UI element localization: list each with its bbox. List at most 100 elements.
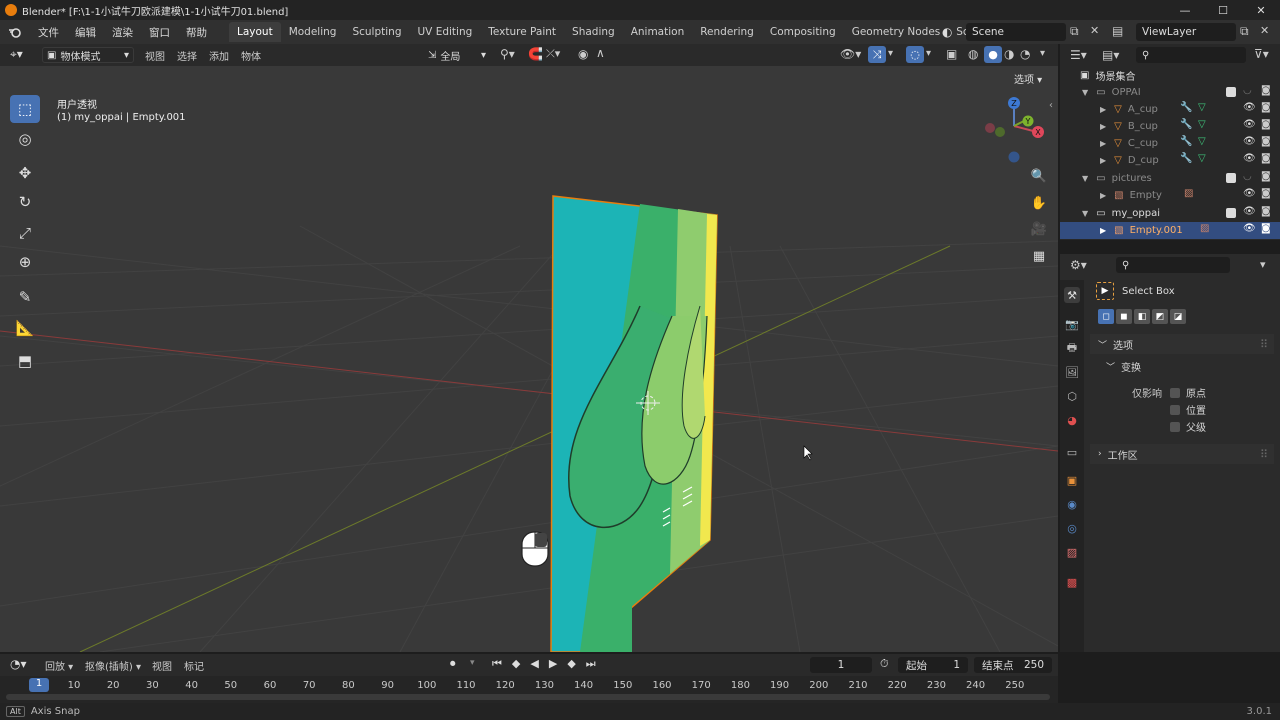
close-button[interactable]: ✕ <box>1242 0 1280 20</box>
gizmo-toggle-icon[interactable]: ⤨ <box>868 46 886 63</box>
visibility-selector-icon[interactable]: 👁▾ <box>840 47 861 61</box>
exclude-checkbox[interactable] <box>1226 87 1236 100</box>
expand-arrow-icon[interactable]: ▶ <box>1100 226 1106 235</box>
tab-collection-icon[interactable]: ▭ <box>1064 444 1080 460</box>
outliner-row-pictures[interactable]: ▼ ▭ pictures ◡ ◙ <box>1060 170 1280 187</box>
menu-help[interactable]: 帮助 <box>178 25 215 40</box>
visibility-eye-icon[interactable]: 👁 <box>1243 136 1256 147</box>
display-mode-icon[interactable]: ▤▾ <box>1102 48 1119 62</box>
outliner-row-empty[interactable]: ▶ ▧ Empty ▨ 👁 ◙ <box>1060 187 1280 204</box>
options-dropdown[interactable]: 选项 ▾ <box>1014 71 1042 86</box>
render-icon[interactable]: ◙ <box>1261 171 1271 182</box>
play-button[interactable]: ▶ <box>545 657 561 671</box>
render-icon[interactable]: ◙ <box>1261 136 1271 147</box>
tab-scene-icon[interactable]: ⬡ <box>1064 388 1080 404</box>
tool-measure[interactable]: 📐 <box>10 314 40 342</box>
options-panel-header[interactable]: ﹀ 选项 ⠿ <box>1090 334 1274 354</box>
gizmo-dropdown-icon[interactable]: ▾ <box>888 48 893 59</box>
shading-dropdown-icon[interactable]: ▾ <box>1040 48 1045 59</box>
view-layer-field[interactable]: ViewLayer <box>1136 23 1236 41</box>
hide-icon[interactable]: ◡ <box>1243 171 1252 182</box>
outliner-root-row[interactable]: ▣ 场景集合 <box>1060 67 1280 84</box>
tool-cursor[interactable]: ◎ <box>10 125 40 153</box>
tab-data-icon[interactable]: ▨ <box>1064 544 1080 560</box>
expand-arrow-icon[interactable]: ▶ <box>1100 191 1106 200</box>
tab-sculpting[interactable]: Sculpting <box>344 22 409 42</box>
prev-keyframe-button[interactable]: ◆ <box>508 657 524 671</box>
start-frame-field[interactable]: 起始 1 <box>898 657 968 673</box>
gizmo-neg-x-axis[interactable] <box>985 123 995 133</box>
jump-end-button[interactable]: ⏭ <box>582 657 600 671</box>
camera-view-icon[interactable]: 🎥 <box>1027 217 1051 241</box>
timeline-scrollbar[interactable] <box>6 694 1050 700</box>
expand-arrow-icon[interactable]: ▼ <box>1082 88 1088 97</box>
menu-file[interactable]: 文件 <box>30 25 67 40</box>
tab-world-icon[interactable]: ◕ <box>1064 412 1080 428</box>
visibility-eye-icon[interactable]: 👁 <box>1243 206 1256 217</box>
tab-texture-icon[interactable]: ▩ <box>1064 574 1080 590</box>
menu-object[interactable]: 物体 <box>241 48 261 63</box>
menu-timeline-view[interactable]: 视图 <box>152 658 172 673</box>
ortho-toggle-icon[interactable]: ▦ <box>1027 244 1051 268</box>
tool-rotate[interactable]: ↻ <box>10 188 40 216</box>
tab-object-icon[interactable]: ▣ <box>1064 472 1080 488</box>
minimize-button[interactable]: — <box>1166 0 1204 20</box>
expand-arrow-icon[interactable]: ▶ <box>1100 139 1106 148</box>
select-invert-icon[interactable]: ◩ <box>1152 309 1168 324</box>
tab-output-icon[interactable]: 🖶 <box>1064 340 1080 356</box>
hide-icon[interactable]: ◡ <box>1243 85 1252 96</box>
menu-window[interactable]: 窗口 <box>141 25 178 40</box>
overlay-dropdown-icon[interactable]: ▾ <box>926 48 931 59</box>
jump-start-button[interactable]: ⏮ <box>488 657 506 671</box>
scene-field[interactable]: Scene <box>966 23 1066 41</box>
select-subtract-icon[interactable]: ◧ <box>1134 309 1150 324</box>
current-frame-field[interactable]: 1 <box>810 657 872 673</box>
play-reverse-button[interactable]: ◀ <box>526 657 542 671</box>
exclude-checkbox[interactable] <box>1226 208 1236 221</box>
visibility-eye-icon[interactable]: 👁 <box>1243 188 1256 199</box>
drag-handle-icon[interactable]: ⠿ <box>1260 338 1268 351</box>
next-keyframe-button[interactable]: ◆ <box>563 657 579 671</box>
visibility-eye-icon[interactable]: 👁 <box>1243 153 1256 164</box>
outliner-row-d-cup[interactable]: ▶ ▽ D_cup 🔧 ▽ 👁 ◙ <box>1060 152 1280 169</box>
tab-view-layer-icon[interactable]: 🖼 <box>1064 364 1080 380</box>
visibility-eye-icon[interactable]: 👁 <box>1243 119 1256 130</box>
pan-hand-icon[interactable]: ✋ <box>1027 191 1051 215</box>
navigation-gizmo[interactable]: Z X Y <box>985 97 1044 163</box>
properties-editor-icon[interactable]: ⚙▾ <box>1070 258 1087 272</box>
tab-animation[interactable]: Animation <box>623 22 693 42</box>
outliner-editor-icon[interactable]: ☰▾ <box>1070 48 1087 62</box>
gizmo-neg-y-axis[interactable] <box>995 127 1005 137</box>
3d-viewport[interactable]: Z X Y 用户透视 (1) my_oppai | Empty.001 ⬚ ◎ … <box>0 66 1058 652</box>
affect-origin-checkbox[interactable]: 原点 <box>1170 385 1206 400</box>
tab-rendering[interactable]: Rendering <box>692 22 762 42</box>
reference-image-plane[interactable] <box>550 195 718 652</box>
outliner-row-b-cup[interactable]: ▶ ▽ B_cup 🔧 ▽ 👁 ◙ <box>1060 118 1280 135</box>
outliner-row-my-oppai[interactable]: ▼ ▭ my_oppai 👁 ◙ <box>1060 205 1280 222</box>
select-new-icon[interactable]: ◻ <box>1098 309 1114 324</box>
outliner-row-a-cup[interactable]: ▶ ▽ A_cup 🔧 ▽ 👁 ◙ <box>1060 101 1280 118</box>
solid-shading-icon[interactable]: ● <box>984 46 1002 63</box>
select-extend-icon[interactable]: ◼ <box>1116 309 1132 324</box>
zoom-icon[interactable]: 🔍 <box>1027 164 1051 188</box>
render-icon[interactable]: ◙ <box>1261 102 1271 113</box>
select-intersect-icon[interactable]: ◪ <box>1170 309 1186 324</box>
outliner-search-input[interactable]: ⚲ <box>1136 47 1246 63</box>
tool-transform[interactable]: ⊕ <box>10 248 40 276</box>
expand-arrow-icon[interactable]: ▶ <box>1100 122 1106 131</box>
gizmo-neg-z-axis[interactable] <box>1008 151 1020 163</box>
tab-compositing[interactable]: Compositing <box>762 22 844 42</box>
transform-subpanel-header[interactable]: ﹀ 变换 <box>1106 357 1141 375</box>
remove-view-layer-icon[interactable]: ✕ <box>1260 24 1269 37</box>
timeline-editor-icon[interactable]: ◔▾ <box>10 657 27 671</box>
menu-view[interactable]: 视图 <box>145 48 165 63</box>
properties-options-icon[interactable]: ▾ <box>1260 258 1266 271</box>
transform-orientation-selector[interactable]: ⇲ 全局 ▾ <box>424 47 490 63</box>
current-frame-indicator[interactable]: 1 <box>29 678 49 692</box>
view-layer-icon[interactable]: ▤ <box>1112 24 1123 38</box>
workspace-panel-header[interactable]: › 工作区 ⠿ <box>1090 444 1274 464</box>
tab-layout[interactable]: Layout <box>229 22 281 42</box>
tool-scale[interactable]: ⤢ <box>10 219 40 247</box>
tab-texture-paint[interactable]: Texture Paint <box>480 22 564 42</box>
visibility-eye-icon[interactable]: 👁 <box>1243 102 1256 113</box>
